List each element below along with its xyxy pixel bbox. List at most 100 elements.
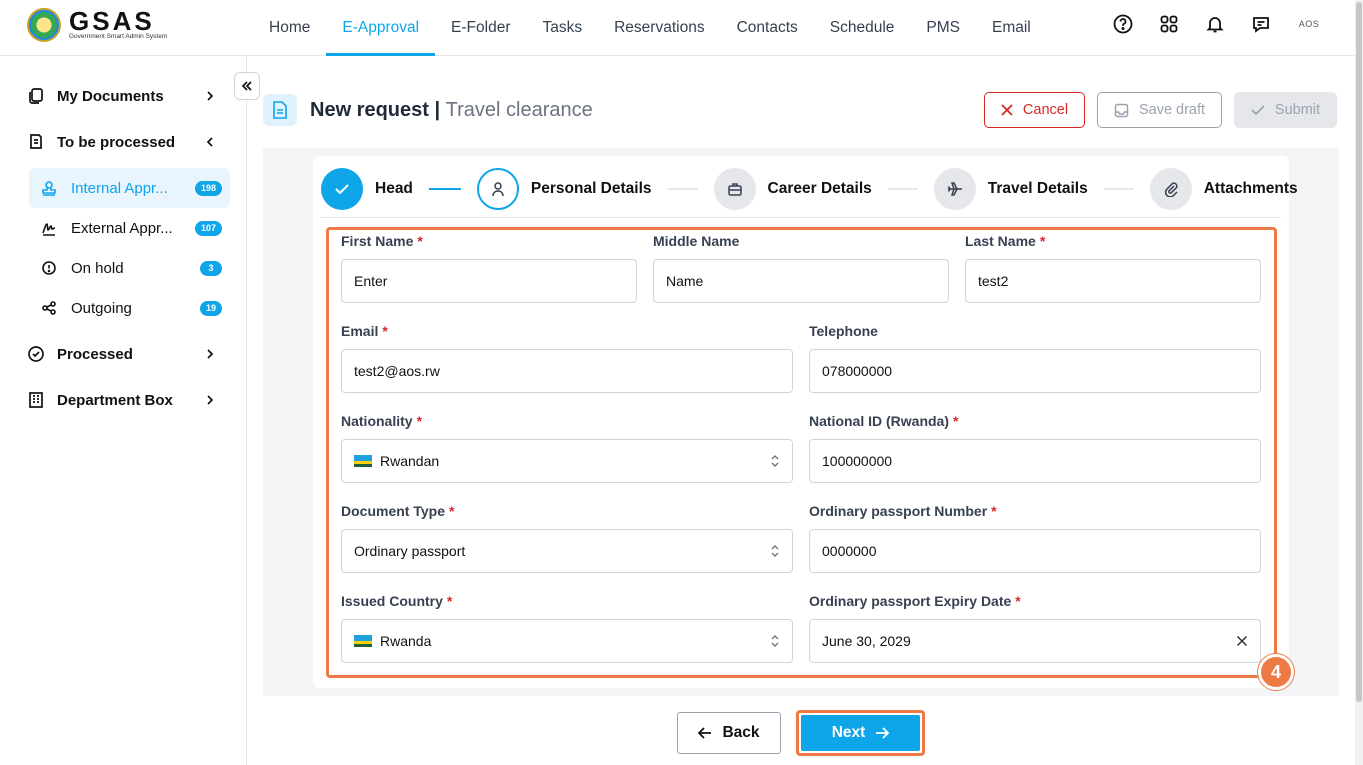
chat-icon[interactable] <box>1251 14 1271 34</box>
nav-email[interactable]: Email <box>976 0 1047 56</box>
building-icon <box>29 392 43 408</box>
chevron-left-icon <box>206 137 213 147</box>
sidebar-item-on-hold[interactable]: On hold 3 <box>29 248 230 288</box>
back-label: Back <box>722 724 760 741</box>
scrollbar-thumb[interactable] <box>1356 2 1362 702</box>
user-icon <box>492 182 504 197</box>
sidebar-label-my-documents: My Documents <box>57 87 164 105</box>
nav-home[interactable]: Home <box>253 0 326 56</box>
document-icon <box>263 94 297 126</box>
main-nav: Home E-Approval E-Folder Tasks Reservati… <box>253 0 1047 56</box>
chevron-right-icon <box>207 91 214 101</box>
sidebar-label-processed: Processed <box>57 345 133 363</box>
nav-e-approval[interactable]: E-Approval <box>326 0 435 56</box>
check-circle-icon <box>28 346 44 362</box>
step-connector <box>887 188 918 190</box>
submit-label: Submit <box>1274 102 1321 118</box>
sidebar-label-internal-approval: Internal Appr... <box>71 179 168 197</box>
annotation-step-number: 4 <box>1258 654 1294 690</box>
user-avatar[interactable]: AOS <box>1297 19 1321 29</box>
page-scrollbar[interactable] <box>1355 0 1363 765</box>
top-bar: GSAS Government Smart Admin System Home … <box>0 0 1363 56</box>
airplane-icon <box>947 182 962 196</box>
step-connector <box>1103 188 1134 190</box>
form-highlight-box <box>326 227 1277 678</box>
app-name: GSAS <box>69 6 155 36</box>
nav-schedule[interactable]: Schedule <box>814 0 911 56</box>
count-badge: 107 <box>194 220 222 236</box>
cancel-button[interactable]: Cancel <box>984 92 1085 128</box>
step-head-label[interactable]: Head <box>375 180 413 198</box>
nav-tasks[interactable]: Tasks <box>526 0 598 56</box>
sidebar-item-to-be-processed[interactable]: To be processed <box>27 130 217 154</box>
briefcase-icon <box>727 183 742 196</box>
double-chevron-left-icon <box>241 81 252 91</box>
sidebar-item-department-box[interactable]: Department Box <box>27 388 217 412</box>
sidebar-label-outgoing: Outgoing <box>71 299 132 317</box>
arrow-left-icon <box>698 727 712 739</box>
sidebar-item-external-approval[interactable]: External Appr... 107 <box>29 208 230 248</box>
cancel-label: Cancel <box>1022 102 1069 118</box>
inbox-icon <box>1114 103 1129 117</box>
save-draft-button[interactable]: Save draft <box>1097 92 1222 128</box>
page-subtitle: Travel clearance <box>445 98 593 121</box>
count-badge: 19 <box>199 300 222 316</box>
back-button[interactable]: Back <box>677 712 781 754</box>
sidebar-item-internal-approval[interactable]: Internal Appr... 198 <box>29 168 230 208</box>
step-personal-details-circle[interactable] <box>476 168 519 210</box>
next-label: Next <box>831 724 866 741</box>
step-personal-details-label[interactable]: Personal Details <box>531 180 652 198</box>
stamp-icon <box>42 181 56 196</box>
page-title-text: New request <box>310 98 429 121</box>
step-career-details-label[interactable]: Career Details <box>768 180 872 198</box>
step-connector <box>428 188 461 190</box>
sidebar-label-department-box: Department Box <box>57 391 173 409</box>
sidebar-item-my-documents[interactable]: My Documents <box>27 84 217 108</box>
clipboard-icon <box>30 134 42 149</box>
next-button-highlight: Next <box>796 710 925 756</box>
chevron-right-icon <box>207 395 214 405</box>
app-subtitle: Government Smart Admin System <box>69 33 168 40</box>
sidebar-label-to-be-processed: To be processed <box>57 133 176 151</box>
page-title-separator: | <box>434 98 441 121</box>
sidebar-label-on-hold: On hold <box>71 259 124 277</box>
stepper-divider <box>321 217 1281 218</box>
nav-reservations[interactable]: Reservations <box>598 0 720 56</box>
apps-grid-icon[interactable] <box>1159 14 1179 34</box>
step-head-circle[interactable] <box>321 168 363 210</box>
check-icon <box>335 184 349 195</box>
close-icon <box>1001 104 1013 116</box>
signature-icon <box>42 223 56 236</box>
chevron-right-icon <box>207 349 214 359</box>
bell-icon[interactable] <box>1205 14 1225 34</box>
step-attachments-circle[interactable] <box>1149 168 1192 210</box>
alert-circle-icon <box>42 261 56 275</box>
paperclip-icon <box>1164 182 1178 197</box>
nav-contacts[interactable]: Contacts <box>721 0 814 56</box>
nav-pms[interactable]: PMS <box>910 0 976 56</box>
sidebar-item-outgoing[interactable]: Outgoing 19 <box>29 288 230 328</box>
stepper: Head Personal Details Career Details Tra… <box>321 168 1298 210</box>
count-badge: 3 <box>200 260 222 276</box>
save-draft-label: Save draft <box>1138 102 1206 118</box>
step-travel-details-label[interactable]: Travel Details <box>988 180 1088 198</box>
page-title: New request | Travel clearance <box>310 99 593 122</box>
next-button[interactable]: Next <box>801 715 920 751</box>
collapse-sidebar-button[interactable] <box>234 72 260 100</box>
nav-e-folder[interactable]: E-Folder <box>435 0 526 56</box>
help-icon[interactable] <box>1113 14 1133 34</box>
step-attachments-label[interactable]: Attachments <box>1204 180 1298 198</box>
step-career-details-circle[interactable] <box>713 168 756 210</box>
sidebar-label-external-approval: External Appr... <box>71 219 173 237</box>
page-header: New request | Travel clearance <box>263 94 593 126</box>
sidebar-item-processed[interactable]: Processed <box>27 342 217 366</box>
share-icon <box>42 301 56 315</box>
documents-icon <box>29 88 43 104</box>
arrow-right-icon <box>876 727 890 739</box>
submit-button[interactable]: Submit <box>1234 92 1337 128</box>
step-travel-details-circle[interactable] <box>933 168 976 210</box>
government-seal-icon <box>27 8 61 42</box>
count-badge: 198 <box>194 180 222 196</box>
check-icon <box>1251 105 1265 116</box>
app-logo[interactable]: GSAS Government Smart Admin System <box>27 8 167 42</box>
